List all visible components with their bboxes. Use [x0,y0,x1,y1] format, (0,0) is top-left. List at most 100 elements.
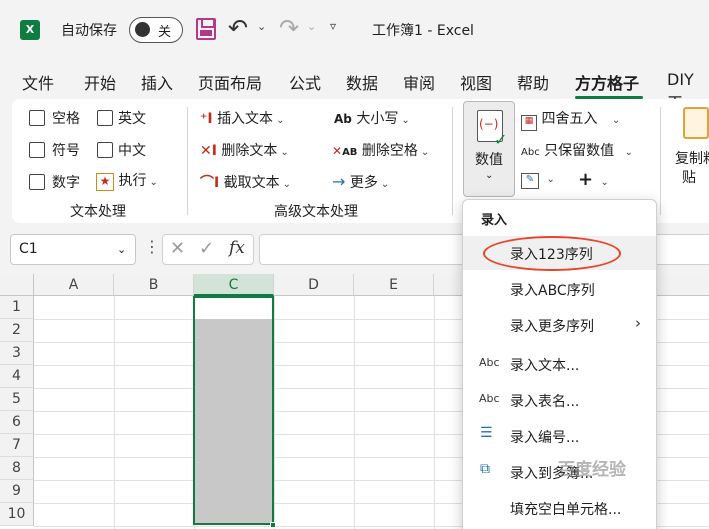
redo-icon[interactable]: ↷ [279,14,299,42]
column-header-b[interactable]: B [114,274,194,296]
column-header-e[interactable]: E [354,274,434,296]
more-options-icon[interactable]: ⋮ [144,237,160,256]
insert-function-icon[interactable]: fx [229,238,245,258]
tab-insert[interactable]: 插入 [141,70,173,94]
plus-button[interactable]: + ⌄ [578,169,609,190]
enter-check-icon[interactable]: ✓ [199,238,214,259]
save-icon[interactable] [196,18,216,40]
tab-data[interactable]: 数据 [346,70,378,94]
redo-dropdown-icon[interactable]: ⌄ [307,20,316,33]
fill-handle[interactable] [270,522,276,528]
row-header[interactable]: 10 [0,503,34,526]
checkbox-number[interactable] [29,174,45,190]
tab-formulas[interactable]: 公式 [289,70,321,94]
round-label: 四舍五入 [541,111,598,127]
menu-item-enter-numbering[interactable]: ☰ 录入编号... [463,419,656,453]
group-separator [187,107,188,215]
chevron-down-icon: ⌄ [276,115,285,126]
keep-values-button[interactable]: Abc 只保留数值 ⌄ [521,140,633,160]
round-button[interactable]: ▦ 四舍五入 ⌄ [521,108,620,131]
select-all-corner[interactable] [0,274,34,296]
more-button[interactable]: → 更多 ⌄ [332,172,389,192]
cancel-icon[interactable]: ✕ [170,238,185,259]
copy-paste-label-1[interactable]: 复制粘 [675,148,709,168]
chevron-down-icon: ⌄ [420,147,430,158]
group-label-text: 文本处理 [70,204,126,220]
insert-text-button[interactable]: ⁺I 插入文本 ⌄ [200,108,284,128]
autosave-toggle[interactable]: 关 [129,17,183,43]
insert-text-icon: ⁺I [200,111,213,127]
tab-fangfanggezi[interactable]: 方方格子 [575,70,639,94]
menu-item-label: 录入ABC序列 [510,283,595,299]
menu-header: 录入 [481,213,508,228]
selected-range[interactable] [193,296,274,525]
edit-grid-icon: ✎ [521,173,539,189]
remove-spaces-button[interactable]: ✕AB 删除空格 ⌄ [332,140,429,160]
execute-button[interactable]: ★ 执行 ⌄ [96,170,158,191]
copy-paste-label-2[interactable]: 贴 [682,167,696,187]
tab-review[interactable]: 审阅 [403,70,435,94]
numeric-button[interactable]: (−) ✓ 数值 ⌄ [463,101,515,197]
chevron-down-icon: ⌄ [282,179,292,190]
checkbox-chinese[interactable] [97,142,113,158]
plus-icon: + [578,169,594,190]
gridline [354,296,355,529]
remove-spaces-label: 删除空格 [361,143,418,159]
delete-text-icon: ✕I [200,143,217,159]
extract-text-label: 截取文本 [223,175,280,191]
ribbon-tabs: 文件 开始 插入 页面布局 公式 数据 审阅 视图 帮助 方方格子 DIY工 [0,66,709,112]
customize-toolbar-icon[interactable]: ▿ [330,19,336,33]
column-header-d[interactable]: D [274,274,354,296]
checkbox-space-label: 空格 [52,111,80,127]
checkbox-english[interactable] [97,110,113,126]
numeric-label: 数值 [475,152,503,168]
tab-view[interactable]: 视图 [460,70,492,94]
column-header-a[interactable]: A [34,274,114,296]
active-cell[interactable] [195,298,272,319]
check-icon: ✓ [494,130,508,149]
delete-text-label: 删除文本 [221,143,278,159]
edit-cells-button[interactable]: ✎ ⌄ [521,170,555,189]
extract-text-button[interactable]: ⌒I 截取文本 ⌄ [200,172,291,192]
clipboard-icon[interactable] [683,107,709,139]
delete-text-button[interactable]: ✕I 删除文本 ⌄ [200,140,289,160]
row-header[interactable]: 6 [0,411,34,434]
document-title: 工作簿1 - Excel [372,23,474,39]
row-header[interactable]: 1 [0,296,34,319]
tab-page-layout[interactable]: 页面布局 [198,70,262,94]
tab-file[interactable]: 文件 [22,70,54,94]
column-header-c[interactable]: C [194,274,274,296]
menu-item-abc-sequence[interactable]: 录入ABC序列 [463,272,656,306]
menu-item-label: 录入更多序列 [510,319,594,335]
menu-item-enter-text[interactable]: Abc 录入文本... [463,347,656,381]
chevron-down-icon: ⌄ [485,170,494,181]
case-button[interactable]: Ab 大小写 ⌄ [334,108,410,128]
group-separator [452,107,453,215]
case-label: 大小写 [356,111,399,127]
menu-item-fill-blank-cells[interactable]: 填充空白单元格... [463,491,656,525]
row-header[interactable]: 8 [0,457,34,480]
row-header[interactable]: 9 [0,480,34,503]
chevron-down-icon: ⌄ [117,243,127,256]
undo-icon[interactable]: ↶ [228,14,248,42]
menu-item-label: 填充空白单元格... [510,502,622,518]
undo-dropdown-icon[interactable]: ⌄ [257,20,266,33]
checkbox-english-label: 英文 [118,111,146,127]
tab-home[interactable]: 开始 [84,70,116,94]
chevron-down-icon: ⌄ [149,177,158,188]
menu-item-enter-sheet-names[interactable]: Abc 录入表名... [463,383,656,417]
row-header[interactable]: 2 [0,319,34,342]
row-header[interactable]: 7 [0,434,34,457]
row-header[interactable]: 4 [0,365,34,388]
menu-item-more-sequences[interactable]: 录入更多序列 › [463,308,656,342]
gridline [434,296,435,529]
row-header[interactable]: 3 [0,342,34,365]
checkbox-chinese-label: 中文 [118,143,146,159]
checkbox-space[interactable] [29,110,45,126]
chevron-down-icon: ⌄ [611,115,621,126]
checkbox-symbol[interactable] [29,142,45,158]
name-box[interactable]: C1 ⌄ [10,234,136,265]
tab-help[interactable]: 帮助 [517,70,549,94]
execute-icon: ★ [96,173,114,191]
row-header[interactable]: 5 [0,388,34,411]
